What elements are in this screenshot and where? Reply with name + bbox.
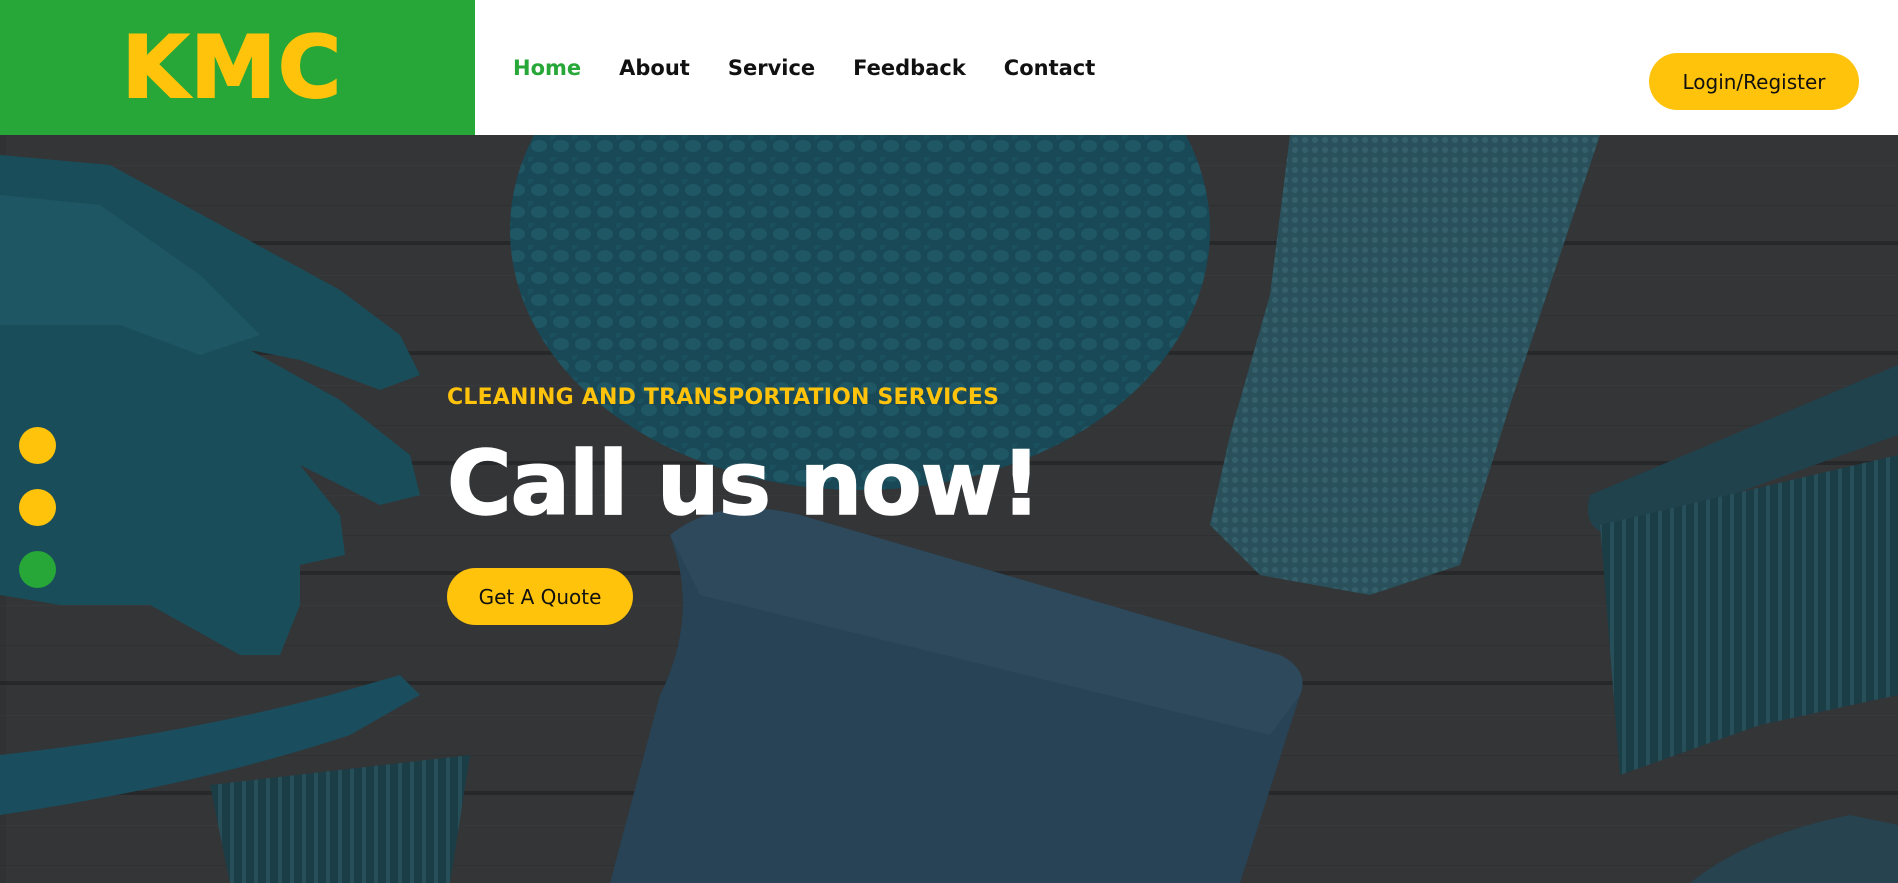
nav-item-about[interactable]: About	[619, 56, 690, 80]
main-nav: Home About Service Feedback Contact	[475, 0, 1133, 135]
logo-block[interactable]: KMC	[0, 0, 475, 135]
nav-item-contact[interactable]: Contact	[1004, 56, 1096, 80]
nav-item-feedback[interactable]: Feedback	[853, 56, 966, 80]
get-quote-button[interactable]: Get A Quote	[447, 568, 633, 625]
hero-content: CLEANING AND TRANSPORTATION SERVICES Cal…	[446, 385, 1042, 625]
site-header: KMC Home About Service Feedback Contact …	[0, 0, 1898, 135]
nav-item-home[interactable]: Home	[513, 56, 581, 80]
hero-subtitle: CLEANING AND TRANSPORTATION SERVICES	[447, 385, 1000, 410]
carousel-dot-3[interactable]	[19, 551, 56, 588]
nav-item-service[interactable]: Service	[728, 56, 815, 80]
carousel-dot-2[interactable]	[19, 489, 56, 526]
carousel-indicators	[19, 427, 56, 588]
hero-section: CLEANING AND TRANSPORTATION SERVICES Cal…	[0, 135, 1898, 883]
hero-title: Call us now!	[446, 432, 1042, 535]
logo-text[interactable]: KMC	[121, 24, 343, 112]
carousel-dot-1[interactable]	[19, 427, 56, 464]
login-register-button[interactable]: Login/Register	[1649, 53, 1859, 110]
